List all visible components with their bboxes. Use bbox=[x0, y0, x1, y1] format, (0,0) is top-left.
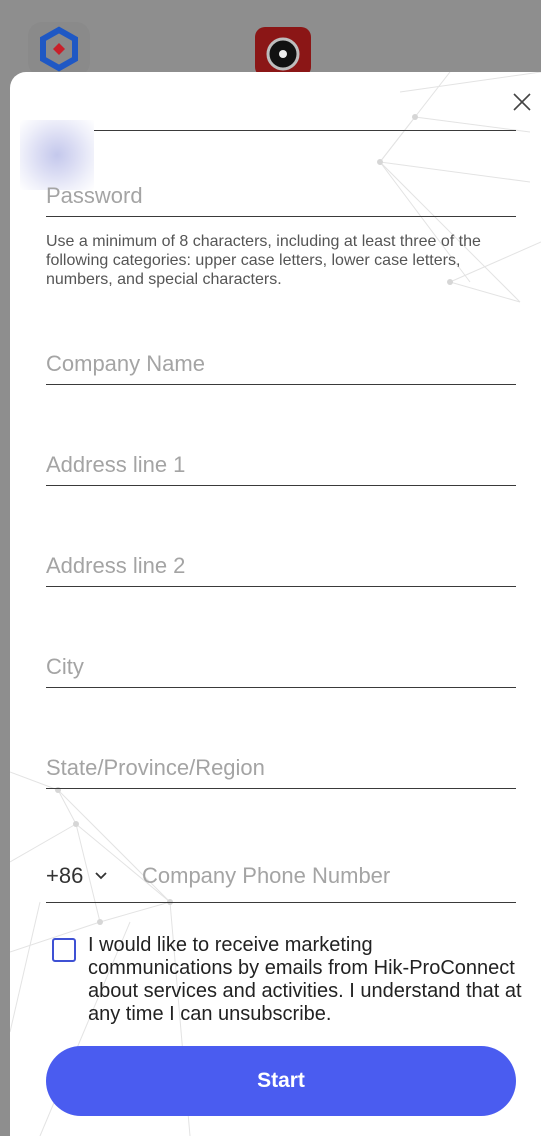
phone-row: +86 bbox=[46, 850, 516, 904]
address-line-1-field bbox=[46, 445, 516, 486]
state-input[interactable] bbox=[46, 748, 516, 788]
state-field bbox=[46, 748, 516, 789]
country-code-label: +86 bbox=[46, 863, 84, 888]
password-input[interactable] bbox=[46, 176, 516, 216]
company-name-input[interactable] bbox=[46, 344, 516, 384]
camera-app-icon bbox=[255, 27, 311, 77]
country-code-selector[interactable]: +86 bbox=[46, 850, 130, 903]
city-field bbox=[46, 647, 516, 688]
company-name-field bbox=[46, 344, 516, 385]
address-line-1-input[interactable] bbox=[46, 445, 516, 485]
chevron-down-icon bbox=[95, 872, 107, 880]
phone-field bbox=[130, 850, 516, 903]
start-button[interactable]: Start bbox=[46, 1046, 516, 1116]
password-field bbox=[46, 176, 516, 217]
previous-field-underline bbox=[46, 90, 516, 131]
phone-input[interactable] bbox=[130, 850, 512, 902]
city-input[interactable] bbox=[46, 647, 516, 687]
password-hint: Use a minimum of 8 characters, including… bbox=[46, 233, 481, 288]
address-line-2-input[interactable] bbox=[46, 546, 516, 586]
address-line-2-field bbox=[46, 546, 516, 587]
hexagon-app-icon bbox=[28, 22, 90, 76]
registration-dialog: Use a minimum of 8 characters, including… bbox=[10, 72, 541, 1136]
marketing-consent-text: I would like to receive marketing commun… bbox=[88, 934, 522, 1025]
marketing-consent-checkbox[interactable] bbox=[52, 938, 76, 962]
